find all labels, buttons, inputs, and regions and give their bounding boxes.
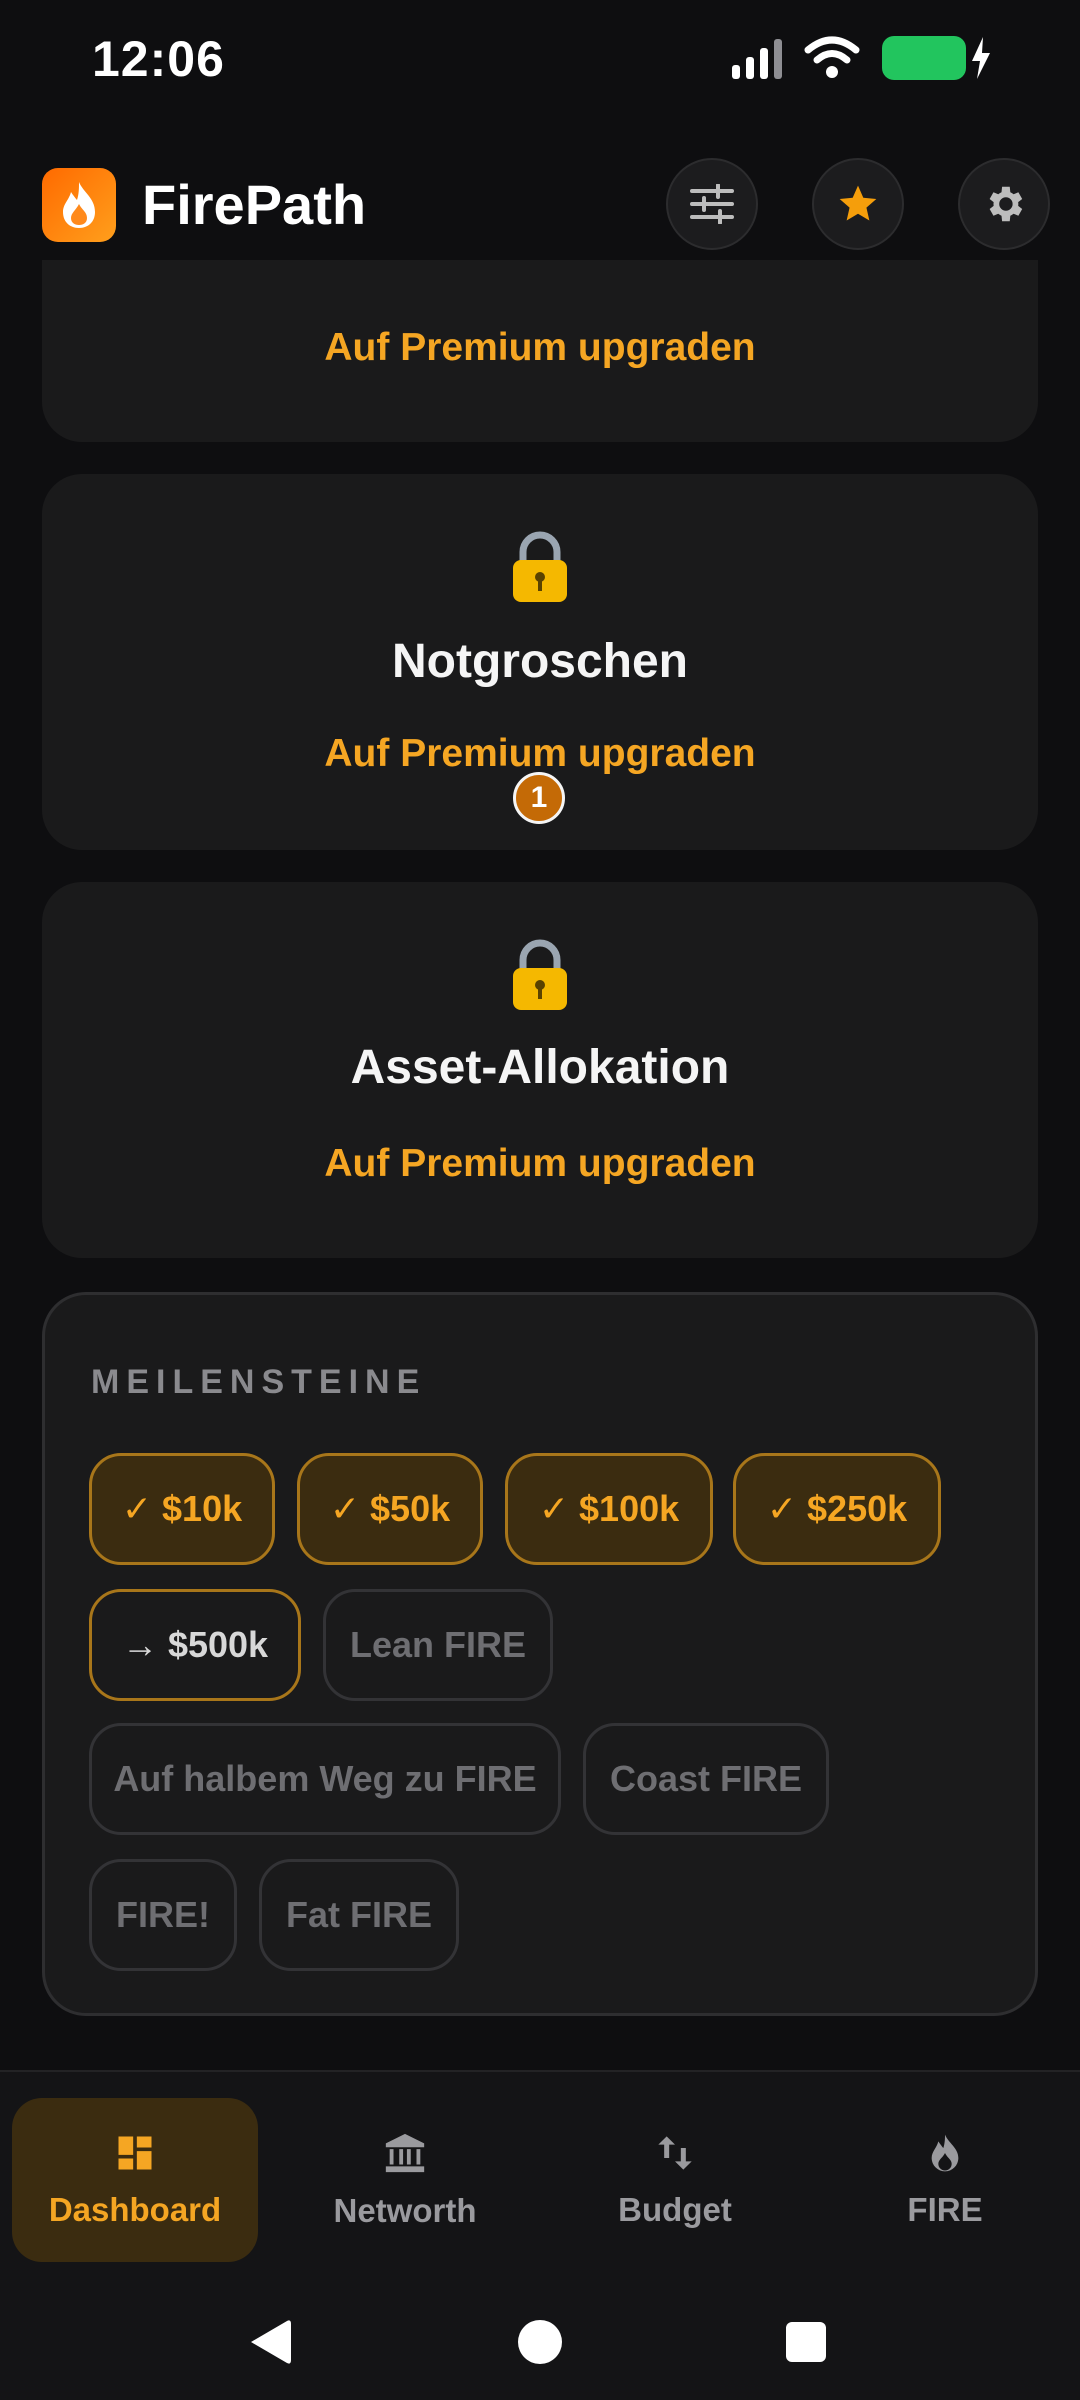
lock-icon [42,530,1038,609]
notification-badge: 1 [513,772,565,824]
locked-card-asset-allocation: Asset-Allokation Auf Premium upgraden [42,882,1038,1258]
milestone-chip: FIRE! [89,1859,237,1971]
nav-item-budget[interactable]: Budget [552,2098,798,2262]
flame-logo-icon [63,182,95,228]
milestone-chip: Coast FIRE [583,1723,829,1835]
premium-star-button[interactable] [812,158,904,250]
nav-label: FIRE [907,2191,983,2228]
upgrade-link[interactable]: Auf Premium upgraden [42,326,1038,370]
star-icon [839,185,877,221]
back-triangle-icon [251,2320,291,2364]
nav-item-networth[interactable]: Networth [282,2098,528,2262]
swap-vertical-icon [658,2136,692,2170]
milestone-chip: ✓ $10k [89,1453,275,1565]
bank-icon [385,2133,425,2173]
milestone-chip: ✓ $100k [505,1453,713,1565]
dashboard-icon [118,2136,152,2170]
back-button[interactable] [240,2312,300,2372]
upgrade-link[interactable]: Auf Premium upgraden [42,1142,1038,1186]
card-title: Asset-Allokation [350,1041,730,1094]
milestone-chip: ✓ $250k [733,1453,941,1565]
app-title: FirePath [142,173,367,236]
settings-button[interactable] [958,158,1050,250]
app-logo [42,168,116,242]
home-button[interactable] [510,2312,570,2372]
recents-square-icon [786,2322,826,2362]
milestone-chip: Fat FIRE [259,1859,459,1971]
card-title: Notgroschen [391,635,688,688]
gear-icon [989,186,1023,222]
nav-label: Dashboard [48,2191,222,2228]
lock-icon [42,938,1038,1017]
nav-item-dashboard[interactable]: Dashboard [12,2098,258,2262]
app-header: FirePath [0,150,1080,260]
recents-button[interactable] [776,2312,836,2372]
nav-item-fire[interactable]: FIRE [822,2098,1068,2262]
milestones-title: MEILENSTEINE [91,1363,427,1401]
nav-label: Budget [618,2191,732,2228]
sliders-icon [690,184,734,224]
status-bar: 12:06 [0,0,1080,120]
status-time: 12:06 [92,31,225,87]
flame-icon [931,2134,959,2172]
bottom-nav: Dashboard Networth Budget FIRE [0,2070,1080,2284]
upgrade-link[interactable]: Auf Premium upgraden [42,732,1038,776]
milestone-chip: ✓ $50k [297,1453,483,1565]
battery-icon [882,36,992,80]
status-icons [732,36,992,80]
milestone-chip: Auf halbem Weg zu FIRE [89,1723,561,1835]
home-circle-icon [518,2320,562,2364]
system-nav-bar [0,2282,1080,2400]
signal-icon [732,37,782,79]
nav-label: Networth [333,2192,477,2229]
wifi-icon [804,36,860,78]
milestone-chip: Lean FIRE [323,1589,553,1701]
milestones-card: MEILENSTEINE ✓ $10k ✓ $50k ✓ $100k ✓ $25… [42,1292,1038,2016]
filter-button[interactable] [666,158,758,250]
milestone-chip: → $500k [89,1589,301,1701]
locked-card-partial: Auf Premium upgraden [42,260,1038,442]
